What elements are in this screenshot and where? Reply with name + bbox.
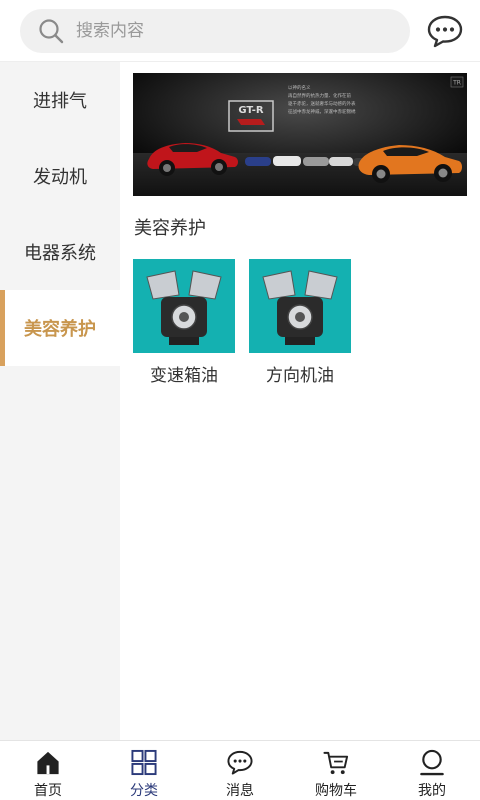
product-name: 变速箱油 [150, 366, 218, 386]
header [0, 0, 480, 62]
sidebar-item-label: 进排气 [33, 91, 87, 112]
category-sidebar: 进排气 发动机 电器系统 美容养护 [0, 62, 120, 740]
bottom-tabbar: 首页 分类 消息 购物车 我的 [0, 740, 480, 800]
product-card[interactable]: 变速箱油 [133, 259, 235, 386]
tab-label: 消息 [226, 783, 254, 799]
tab-label: 我的 [418, 783, 446, 799]
svg-text:征战中赤龙神威，深邃中赤驼锦绣: 征战中赤龙神威，深邃中赤驼锦绣 [288, 108, 356, 115]
tab-cart[interactable]: 购物车 [288, 741, 384, 800]
search-input[interactable] [76, 21, 376, 41]
tab-label: 购物车 [315, 783, 357, 799]
tab-messages[interactable]: 消息 [192, 741, 288, 800]
product-name: 方向机油 [266, 366, 334, 386]
home-icon [37, 751, 59, 775]
chat-bubble-icon [227, 750, 253, 775]
sidebar-item-electrical-system[interactable]: 电器系统 [0, 214, 120, 290]
chat-bubble-icon[interactable] [427, 14, 463, 48]
sidebar-item-beauty-care[interactable]: 美容养护 [0, 290, 120, 366]
tab-category[interactable]: 分类 [96, 741, 192, 800]
sidebar-item-engine[interactable]: 发动机 [0, 138, 120, 214]
product-image [133, 259, 235, 353]
category-content: GT-R 以神的名义 再自然界的抗热力量、化作在前 驱千赤驼，送就奢华与动感的外… [120, 62, 480, 740]
category-grid-icon [131, 749, 157, 776]
promo-banner[interactable]: GT-R 以神的名义 再自然界的抗热力量、化作在前 驱千赤驼，送就奢华与动感的外… [133, 73, 467, 196]
app-root: 进排气 发动机 电器系统 美容养护 [0, 0, 480, 800]
cart-icon [323, 751, 349, 775]
product-image [249, 259, 351, 353]
engine-icon [249, 259, 351, 353]
banner-corner-badge: TR [452, 80, 461, 87]
svg-text:再自然界的抗热力量、化作在前: 再自然界的抗热力量、化作在前 [288, 92, 351, 99]
tab-label: 分类 [130, 783, 158, 799]
tab-home[interactable]: 首页 [0, 741, 96, 800]
search-icon [39, 19, 64, 44]
tab-profile[interactable]: 我的 [384, 741, 480, 800]
engine-icon [133, 259, 235, 353]
banner-logo-text: GT-R [238, 105, 264, 116]
sidebar-item-label: 发动机 [33, 167, 87, 188]
banner-image: GT-R 以神的名义 再自然界的抗热力量、化作在前 驱千赤驼，送就奢华与动感的外… [133, 73, 467, 196]
search-bar[interactable] [20, 9, 410, 53]
tab-label: 首页 [34, 783, 62, 799]
sidebar-item-intake-exhaust[interactable]: 进排气 [0, 62, 120, 138]
sidebar-item-label: 美容养护 [24, 319, 96, 340]
svg-text:以神的名义: 以神的名义 [288, 84, 311, 91]
section-title: 美容养护 [134, 218, 206, 239]
user-icon [420, 749, 444, 776]
svg-text:驱千赤驼，送就奢华与动感的外表: 驱千赤驼，送就奢华与动感的外表 [288, 100, 356, 107]
product-card[interactable]: 方向机油 [249, 259, 351, 386]
sidebar-item-label: 电器系统 [24, 243, 96, 264]
